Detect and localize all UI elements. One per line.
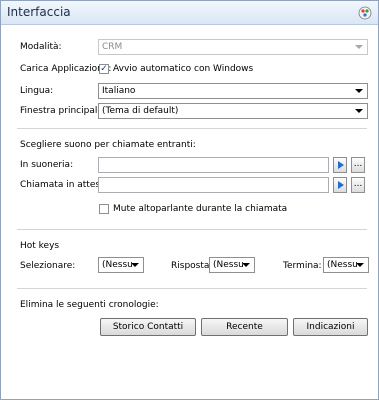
ringing-sound-input[interactable]	[98, 157, 329, 173]
separator	[17, 229, 367, 230]
autostart-label: Avvio automatico con Windows	[113, 64, 254, 74]
modalita-select[interactable]: CRM	[98, 39, 368, 55]
window-title: Interfaccia	[7, 5, 71, 19]
chevron-down-icon	[131, 263, 139, 267]
end-hotkey-label: Termina:	[283, 261, 322, 271]
modalita-value: CRM	[102, 42, 123, 52]
chevron-down-icon	[355, 109, 363, 113]
separator	[17, 128, 367, 129]
clear-recent-button[interactable]: Recente	[201, 318, 288, 336]
chevron-down-icon	[355, 45, 363, 49]
select-hotkey-dropdown[interactable]: (Nessu	[98, 257, 144, 273]
select-hotkey-value: (Nessu	[102, 260, 133, 270]
sound-heading: Scegliere suono per chiamate entranti:	[20, 140, 196, 150]
carica-label: Carica Applicazione:	[20, 64, 112, 74]
finestra-label: Finestra principale:	[20, 106, 106, 116]
hotkeys-heading: Hot keys	[20, 241, 60, 251]
palette-icon[interactable]	[358, 6, 372, 20]
lingua-value: Italiano	[102, 86, 136, 96]
modalita-label: Modalità:	[20, 42, 62, 52]
end-hotkey-dropdown[interactable]: (Nessu	[323, 257, 369, 273]
browse-waiting-button[interactable]: ...	[351, 177, 365, 193]
autostart-checkbox[interactable]: ✓	[99, 64, 109, 74]
play-ringing-button[interactable]	[333, 157, 347, 173]
answer-hotkey-label: Risposta:	[171, 261, 213, 271]
chevron-down-icon	[355, 89, 363, 93]
mute-label: Mute altoparlante durante la chiamata	[113, 204, 288, 214]
chevron-down-icon	[242, 263, 250, 267]
lingua-select[interactable]: Italiano	[98, 83, 368, 99]
answer-hotkey-value: (Nessu	[213, 260, 244, 270]
title-bar: Interfaccia	[1, 1, 378, 25]
finestra-select[interactable]: (Tema di default)	[98, 103, 368, 119]
interface-settings-window: Interfaccia Modalità: CRM Carica Applica…	[0, 0, 379, 400]
chevron-down-icon	[356, 263, 364, 267]
clear-directions-button[interactable]: Indicazioni	[293, 318, 368, 336]
answer-hotkey-dropdown[interactable]: (Nessu	[209, 257, 255, 273]
separator	[17, 288, 367, 289]
history-heading: Elimina le seguenti cronologie:	[20, 300, 159, 310]
play-waiting-button[interactable]	[333, 177, 347, 193]
ringing-label: In suoneria:	[20, 160, 74, 170]
end-hotkey-value: (Nessu	[327, 260, 358, 270]
mute-checkbox[interactable]	[99, 204, 109, 214]
lingua-label: Lingua:	[20, 86, 54, 96]
finestra-value: (Tema di default)	[102, 106, 179, 116]
clear-contact-history-button[interactable]: Storico Contatti	[100, 318, 196, 336]
waiting-sound-input[interactable]	[98, 177, 329, 193]
select-hotkey-label: Selezionare:	[20, 261, 76, 271]
waiting-label: Chiamata in attesa:	[20, 180, 109, 190]
browse-ringing-button[interactable]: ...	[351, 157, 365, 173]
